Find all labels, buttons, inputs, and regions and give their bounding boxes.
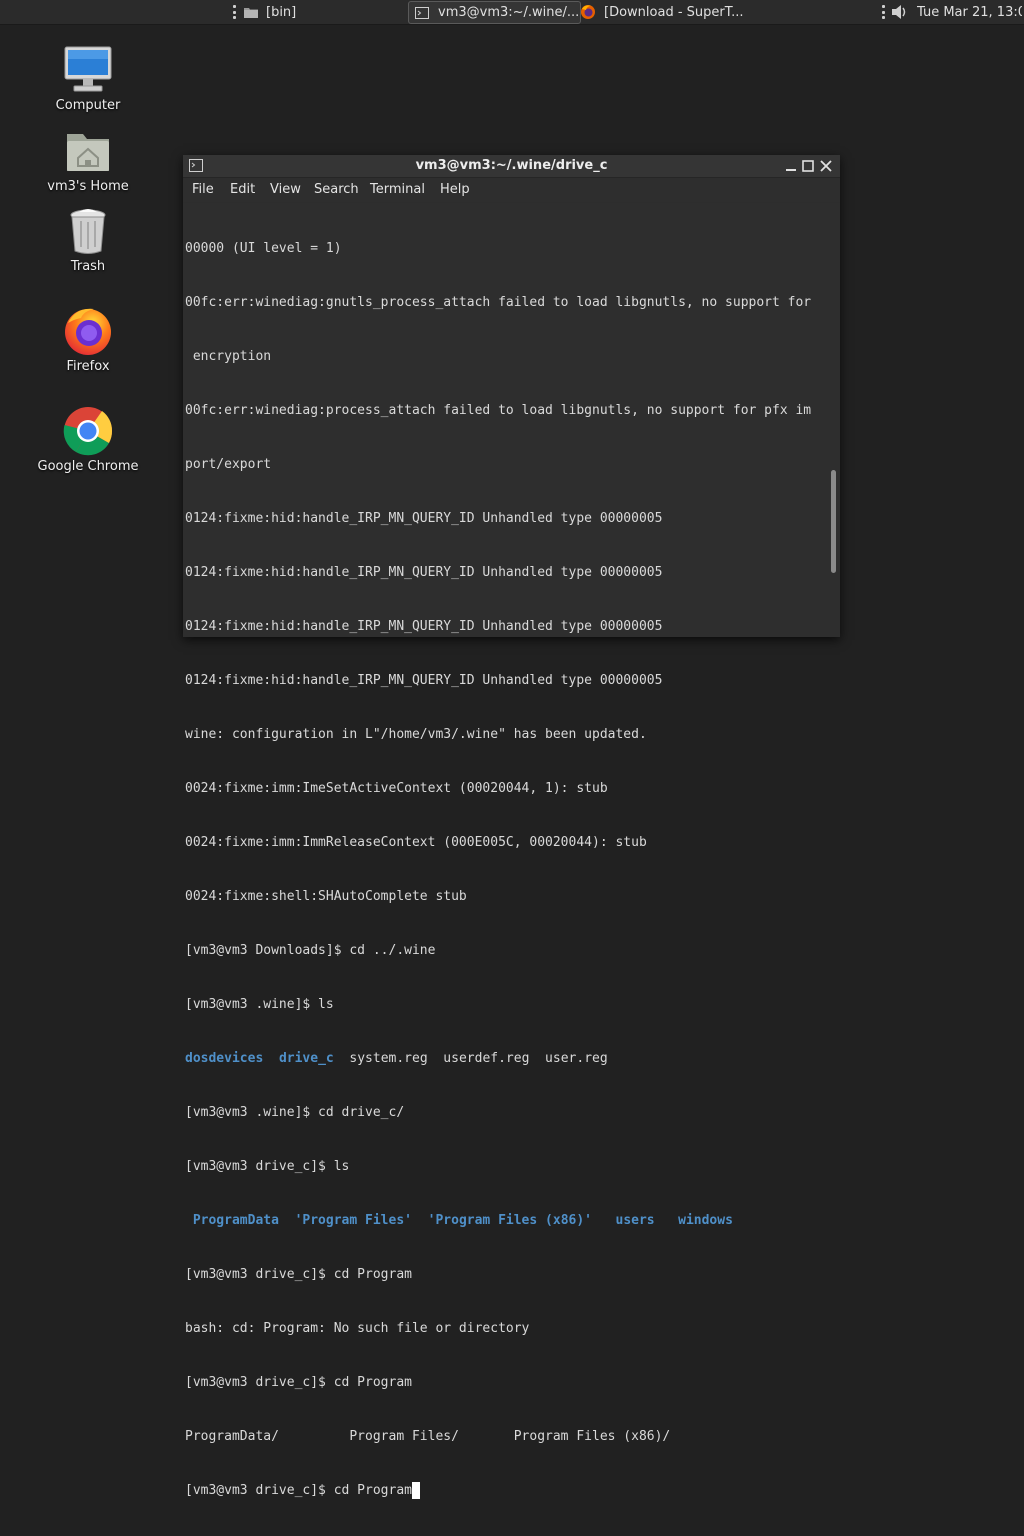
file-entries: system.reg userdef.reg user.reg [349, 1051, 608, 1066]
menu-terminal[interactable]: Terminal [370, 182, 425, 197]
terminal-line: [vm3@vm3 .wine]$ ls [185, 997, 334, 1012]
scrollbar-thumb[interactable] [831, 470, 836, 573]
maximize-icon [802, 160, 814, 172]
terminal-line: 0124:fixme:hid:handle_IRP_MN_QUERY_ID Un… [185, 565, 663, 580]
window-titlebar[interactable]: vm3@vm3:~/.wine/drive_c [183, 155, 840, 178]
trash-icon [70, 209, 106, 254]
desktop-icon-label: vm3's Home [47, 179, 129, 194]
desktop-icon-firefox[interactable]: Firefox [33, 305, 143, 374]
terminal-window[interactable]: vm3@vm3:~/.wine/drive_c File Edit View S… [183, 155, 840, 1499]
terminal-line: [vm3@vm3 Downloads]$ cd ../.wine [185, 943, 436, 958]
terminal-line-ls-output: dosdevices drive_c system.reg userdef.re… [185, 1050, 830, 1068]
firefox-icon [581, 5, 595, 19]
desktop-icon-trash[interactable]: Trash [33, 205, 143, 274]
text-cursor [411, 1482, 420, 1499]
terminal-line: 00fc:err:winediag:process_attach failed … [185, 403, 812, 418]
taskbar-item-label: vm3@vm3:~/.wine/... [438, 5, 580, 20]
terminal-line: 0124:fixme:hid:handle_IRP_MN_QUERY_ID Un… [185, 619, 663, 634]
menu-help[interactable]: Help [440, 182, 470, 197]
terminal-line: ProgramData/ Program Files/ Program File… [185, 1429, 671, 1444]
close-icon [820, 160, 832, 172]
desktop-icon-computer[interactable]: Computer [33, 44, 143, 113]
desktop-icon-home[interactable]: vm3's Home [33, 125, 143, 194]
dir-entry: drive_c [278, 1051, 334, 1066]
terminal-line: 00fc:err:winediag:gnutls_process_attach … [185, 295, 812, 310]
terminal-icon [415, 6, 429, 19]
maximize-button[interactable] [800, 158, 816, 174]
panel-handle-icon[interactable] [882, 5, 885, 19]
menu-search[interactable]: Search [314, 182, 359, 197]
menu-view[interactable]: View [270, 182, 301, 197]
terminal-line: [vm3@vm3 drive_c]$ cd Program [185, 1267, 412, 1282]
terminal-line: 0024:fixme:shell:SHAutoComplete stub [185, 889, 467, 904]
terminal-line: port/export [185, 457, 272, 472]
computer-icon [64, 46, 112, 92]
dir-entry: 'Program Files (x86)' [427, 1213, 593, 1228]
terminal-prompt-line[interactable]: [vm3@vm3 drive_c]$ cd Program [185, 1482, 830, 1500]
terminal-line: 00000 (UI level = 1) [185, 241, 342, 256]
terminal-line: 0124:fixme:hid:handle_IRP_MN_QUERY_ID Un… [185, 673, 663, 688]
dir-entry: windows [678, 1213, 733, 1228]
firefox-icon [65, 308, 111, 355]
prompt-text: [vm3@vm3 drive_c]$ cd Program [185, 1483, 412, 1498]
folder-icon [244, 8, 258, 18]
dir-entry: users [615, 1213, 655, 1228]
menu-file[interactable]: File [192, 182, 214, 197]
terminal-line: [vm3@vm3 drive_c]$ ls [185, 1159, 350, 1174]
desktop-icon-label: Google Chrome [37, 459, 139, 474]
window-title: vm3@vm3:~/.wine/drive_c [415, 158, 608, 173]
taskbar-item-label: [bin] [266, 4, 297, 20]
panel-handle-icon[interactable] [233, 5, 236, 19]
taskbar-item-terminal[interactable]: vm3@vm3:~/.wine/... [408, 1, 581, 24]
dir-entry: 'Program Files' [294, 1213, 412, 1228]
menu-edit[interactable]: Edit [230, 182, 255, 197]
dir-entry: dosdevices [185, 1051, 264, 1066]
terminal-line: 0024:fixme:imm:ImeSetActiveContext (0002… [185, 781, 608, 796]
clock[interactable]: Tue Mar 21, 13:08 [917, 0, 1022, 24]
minimize-button[interactable] [783, 158, 799, 174]
terminal-line: 0024:fixme:imm:ImmReleaseContext (000E00… [185, 835, 647, 850]
terminal-text: 00000 (UI level = 1) 00fc:err:winediag:g… [185, 204, 830, 1536]
menubar: File Edit View Search Terminal Help [183, 178, 840, 202]
minimize-icon [786, 169, 796, 171]
desktop-icon-label: Trash [70, 259, 106, 274]
terminal-line: encryption [185, 349, 272, 364]
close-button[interactable] [818, 158, 834, 174]
clock-label: Tue Mar 21, 13:08 [917, 4, 1022, 20]
terminal-line: wine: configuration in L"/home/vm3/.wine… [185, 727, 647, 742]
dir-entry: ProgramData [192, 1213, 279, 1228]
taskbar-item-label: [Download - SuperT... [604, 4, 744, 20]
terminal-line-ls-output: ProgramData 'Program Files' 'Program Fil… [185, 1212, 830, 1230]
terminal-line: 0124:fixme:hid:handle_IRP_MN_QUERY_ID Un… [185, 511, 663, 526]
taskbar-item-browser[interactable]: [Download - SuperT... [580, 0, 760, 24]
top-panel: [bin] vm3@vm3:~/.wine/... [Download - Su… [0, 0, 1024, 25]
desktop-icon-chrome[interactable]: Google Chrome [33, 405, 143, 474]
taskbar-item-file-manager[interactable]: [bin] [244, 0, 404, 24]
terminal-line: [vm3@vm3 .wine]$ cd drive_c/ [185, 1105, 405, 1120]
terminal-line: bash: cd: Program: No such file or direc… [185, 1321, 530, 1336]
chrome-icon [63, 407, 113, 456]
terminal-scrollbar[interactable] [829, 203, 837, 631]
volume-icon[interactable] [890, 3, 908, 21]
home-folder-icon [67, 134, 109, 171]
terminal-output[interactable]: 00000 (UI level = 1) 00fc:err:winediag:g… [183, 203, 840, 1499]
terminal-line: [vm3@vm3 drive_c]$ cd Program [185, 1375, 412, 1390]
desktop-icon-label: Firefox [66, 359, 110, 374]
desktop-icon-label: Computer [55, 98, 121, 113]
